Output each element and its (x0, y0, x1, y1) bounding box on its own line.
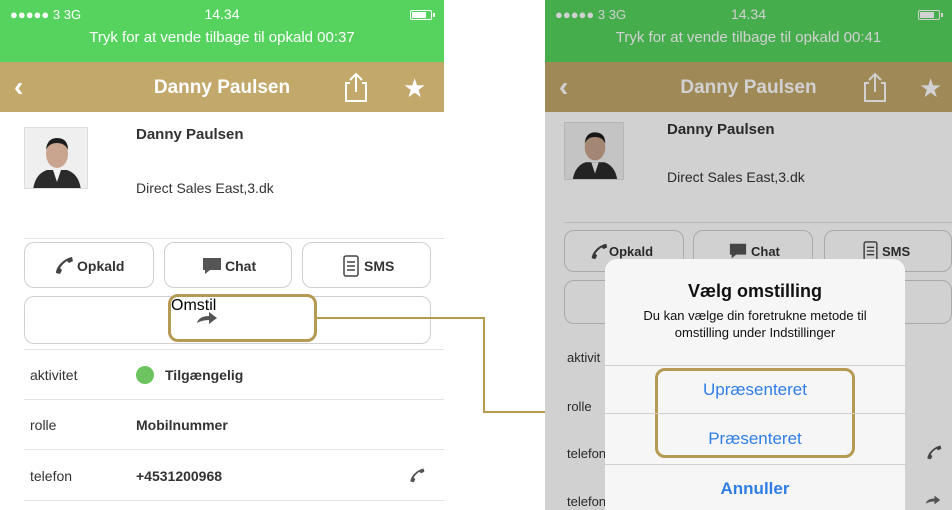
cancel-button[interactable]: Annuller (605, 479, 905, 499)
dialog-separator (605, 365, 905, 366)
dialog-title: Vælg omstilling (687, 281, 822, 301)
option-unannounced-button[interactable]: Upræsenteret (605, 380, 905, 400)
screenshot-stage: ●●●●● 3 3G 14.34 Tryk for at vende tilba… (0, 0, 952, 510)
phone-screen-transfer-dialog: ●●●●● 3 3G 14.34 Tryk for at vende tilba… (545, 0, 952, 510)
transfer-method-dialog: Vælg omstilling Du kan vælge din foretru… (605, 259, 905, 510)
option-announced-button[interactable]: Præsenteret (605, 429, 905, 449)
dialog-message: Du kan vælge din foretrukne metode til o… (643, 308, 867, 340)
dialog-separator (605, 413, 905, 414)
dialog-separator (605, 464, 905, 465)
